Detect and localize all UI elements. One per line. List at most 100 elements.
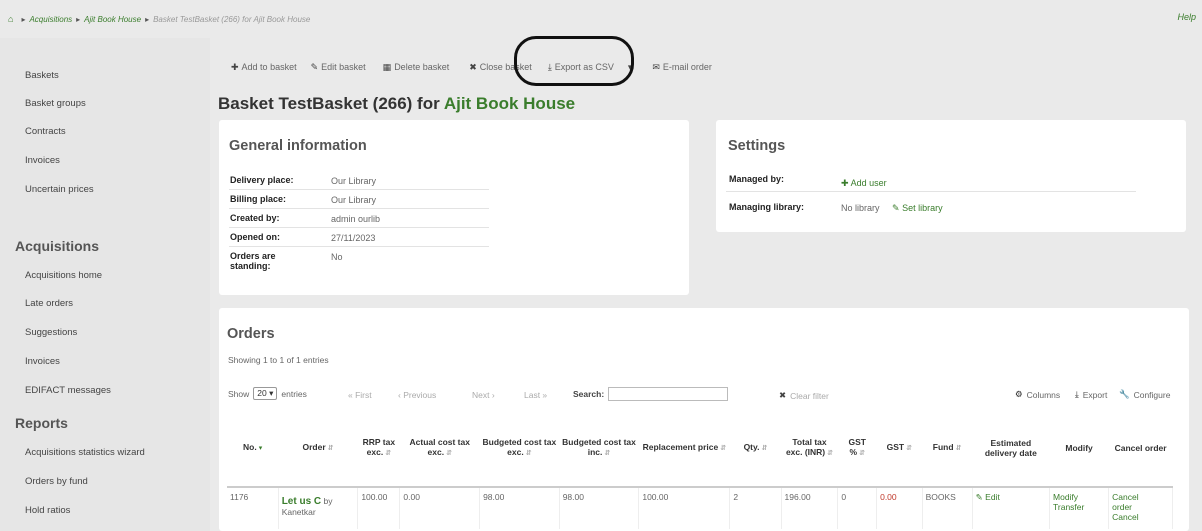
clear-filter-button[interactable]: ✖ Clear filter: [779, 390, 829, 401]
settings-panel: Settings Managed by: ✚ Add user Managing…: [716, 120, 1186, 232]
trash-icon: ▦: [382, 61, 392, 72]
first-page-button[interactable]: « First: [348, 390, 372, 400]
sidebar-item-edifact[interactable]: EDIFACT messages: [25, 385, 111, 396]
cell-total: 196.00: [781, 487, 839, 529]
cell-cancel: Cancel order Cancel: [1108, 487, 1173, 529]
sort-icon: ⇵: [385, 450, 392, 457]
cell-gst: 0.00: [876, 487, 923, 529]
sort-icon: ⇵: [446, 450, 452, 457]
cancel-link[interactable]: Cancel: [1112, 512, 1138, 522]
breadcrumb-vendor[interactable]: Ajit Book House: [84, 15, 141, 24]
sort-icon: ⇵: [720, 445, 727, 452]
billing-place-value: Our Library: [331, 195, 377, 205]
sidebar-item-uncertain-prices[interactable]: Uncertain prices: [25, 184, 94, 195]
modify-link[interactable]: Modify: [1053, 492, 1078, 502]
add-user-button[interactable]: ✚ Add user: [841, 178, 887, 189]
vendor-link[interactable]: Ajit Book House: [444, 94, 575, 113]
sidebar-item-invoices-2[interactable]: Invoices: [25, 356, 60, 367]
billing-place-label: Billing place:: [230, 194, 287, 204]
order-title-link[interactable]: Let us C: [282, 496, 321, 507]
transfer-link[interactable]: Transfer: [1053, 502, 1084, 512]
managed-by-label: Managed by:: [729, 174, 785, 184]
chevron-right-icon: ▸: [145, 14, 150, 24]
breadcrumb-acquisitions[interactable]: Acquisitions: [29, 15, 72, 24]
sidebar-item-orders-by-fund[interactable]: Orders by fund: [25, 476, 88, 487]
sort-icon: ⇵: [906, 445, 913, 452]
page-size-control: Show 20 ▾ entries: [228, 387, 307, 400]
sidebar-item-late-orders[interactable]: Late orders: [25, 298, 73, 309]
search-input[interactable]: [608, 387, 729, 401]
cell-delivery-date: ✎ Edit: [972, 487, 1051, 529]
col-header-rrp[interactable]: RRP tax exc. ⇵: [357, 410, 400, 488]
cell-order: Let us C by Kanetkar: [278, 487, 359, 529]
previous-page-button[interactable]: ‹ Previous: [398, 390, 436, 400]
divider: [229, 227, 489, 228]
col-header-actual-cost[interactable]: Actual cost tax exc. ⇵: [399, 410, 480, 488]
export-button[interactable]: ⤓ Export: [1075, 389, 1107, 400]
created-by-label: Created by:: [230, 213, 280, 223]
sidebar-item-basket-groups[interactable]: Basket groups: [25, 98, 86, 109]
sidebar-item-stats-wizard[interactable]: Acquisitions statistics wizard: [25, 447, 145, 458]
col-header-budgeted-exc[interactable]: Budgeted cost tax exc. ⇵: [479, 410, 560, 488]
plus-icon: ✚: [841, 178, 849, 188]
sort-icon: ⇵: [604, 450, 611, 457]
sidebar-item-invoices[interactable]: Invoices: [25, 155, 60, 166]
sort-icon: ⇵: [761, 445, 768, 452]
cell-actual-cost: 0.00: [399, 487, 481, 529]
sidebar: Baskets Basket groups Contracts Invoices…: [0, 38, 210, 531]
help-link[interactable]: Help: [1177, 12, 1196, 22]
col-header-replacement[interactable]: Replacement price ⇵: [638, 410, 730, 488]
next-page-button[interactable]: Next ›: [472, 390, 495, 400]
last-page-button[interactable]: Last »: [524, 390, 547, 400]
cell-replacement: 100.00: [638, 487, 731, 529]
columns-button[interactable]: ⚙ Columns: [1015, 389, 1060, 400]
col-header-order[interactable]: Order ⇵: [278, 410, 358, 488]
opened-on-value: 27/11/2023: [331, 233, 376, 243]
add-to-basket-button[interactable]: ✚ Add to basket: [231, 62, 297, 73]
settings-heading: Settings: [728, 138, 786, 154]
orders-standing-label: Orders are standing:: [230, 251, 276, 271]
delete-basket-button[interactable]: ▦ Delete basket: [383, 62, 450, 73]
col-header-gst-pct[interactable]: GST % ⇵: [837, 410, 877, 488]
managing-library-value: No library: [841, 203, 880, 213]
orders-table: No. ▾ Order ⇵ RRP tax exc. ⇵ Actual cost ta…: [227, 410, 1173, 529]
col-header-gst[interactable]: GST ⇵: [876, 410, 923, 488]
general-information-heading: General information: [229, 138, 367, 154]
pencil-icon: ✎: [310, 61, 319, 72]
col-header-qty[interactable]: Qty. ⇵: [729, 410, 782, 488]
sidebar-item-baskets[interactable]: Baskets: [25, 70, 59, 81]
edit-delivery-date-link[interactable]: ✎ Edit: [976, 492, 1000, 502]
page-size-select[interactable]: 20 ▾: [253, 387, 278, 400]
divider: [229, 189, 489, 190]
col-header-no[interactable]: No. ▾: [227, 410, 279, 488]
col-header-fund[interactable]: Fund ⇵: [922, 410, 973, 488]
sort-icon: ⇵: [327, 445, 334, 452]
cell-rrp: 100.00: [357, 487, 401, 529]
configure-button[interactable]: 🔧 Configure: [1119, 389, 1170, 400]
cell-qty: 2: [729, 487, 782, 529]
set-library-button[interactable]: ✎ Set library: [892, 203, 943, 214]
sidebar-item-hold-ratios[interactable]: Hold ratios: [25, 505, 70, 516]
chevron-right-icon: ▸: [21, 14, 26, 24]
sort-icon: ⇵: [955, 445, 962, 452]
edit-basket-button[interactable]: ✎ Edit basket: [311, 62, 366, 73]
entries-info: Showing 1 to 1 of 1 entries: [228, 355, 329, 365]
pencil-icon: ✎: [975, 492, 983, 502]
email-order-button[interactable]: ✉ E-mail order: [652, 62, 712, 73]
divider: [229, 246, 489, 247]
table-header-row: No. ▾ Order ⇵ RRP tax exc. ⇵ Actual cost ta…: [227, 410, 1173, 488]
divider: [229, 208, 489, 209]
created-by-value: admin ourlib: [331, 214, 381, 224]
sidebar-item-acquisitions-home[interactable]: Acquisitions home: [25, 270, 102, 281]
cancel-order-link[interactable]: Cancel order: [1112, 492, 1138, 512]
sidebar-item-contracts[interactable]: Contracts: [25, 126, 66, 137]
col-header-delivery-date[interactable]: Estimated delivery date: [972, 410, 1050, 488]
gear-icon: ⚙: [1015, 389, 1023, 399]
sidebar-heading-acquisitions: Acquisitions: [15, 238, 100, 254]
delivery-place-value: Our Library: [331, 176, 377, 186]
home-icon[interactable]: ⌂: [8, 14, 13, 24]
col-header-budgeted-inc[interactable]: Budgeted cost tax inc. ⇵: [559, 410, 639, 488]
page-title: Basket TestBasket (266) for Ajit Book Ho…: [218, 94, 576, 113]
col-header-total[interactable]: Total tax exc. (INR) ⇵: [781, 410, 838, 488]
sidebar-item-suggestions[interactable]: Suggestions: [25, 327, 77, 338]
